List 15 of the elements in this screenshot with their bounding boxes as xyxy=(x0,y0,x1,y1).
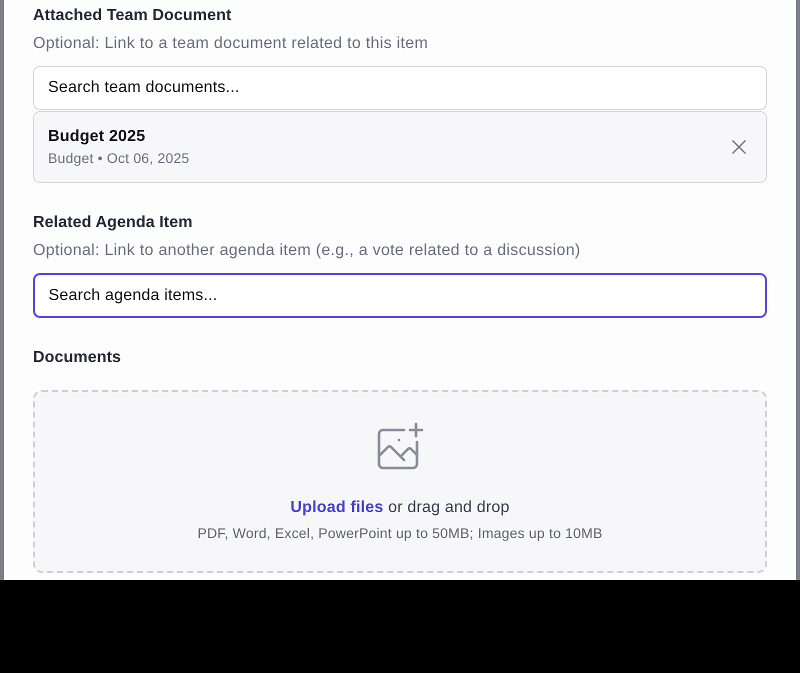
field-label: Related Agenda Item xyxy=(33,213,194,233)
upload-dropzone[interactable]: Upload files or drag and drop PDF, Word, Excel, PowerPoint up to 50MB; Images up to 10MB xyxy=(33,390,767,573)
field-label: Attached Team Document xyxy=(33,6,232,26)
document-title: Budget 2025 xyxy=(48,127,146,147)
upload-instruction: Upload files or drag and drop xyxy=(290,498,510,518)
upload-files-link[interactable]: Upload files xyxy=(290,499,384,516)
field-hint: Optional: Link to a team document related to this item xyxy=(33,34,430,54)
field-hint: Optional: Link to another agenda item (e.g., a vote related to a discussion) xyxy=(33,241,582,261)
document-meta: Budget • Oct 06, 2025 xyxy=(48,149,190,168)
file-limits-note: PDF, Word, Excel, PowerPoint up to 50MB; Images up to 10MB xyxy=(197,524,603,543)
close-icon xyxy=(732,140,746,154)
search-field[interactable]: Search agenda items... xyxy=(33,273,767,318)
image-add-icon xyxy=(376,422,424,470)
remove-button[interactable] xyxy=(730,138,748,156)
field-label: Documents xyxy=(33,348,122,368)
